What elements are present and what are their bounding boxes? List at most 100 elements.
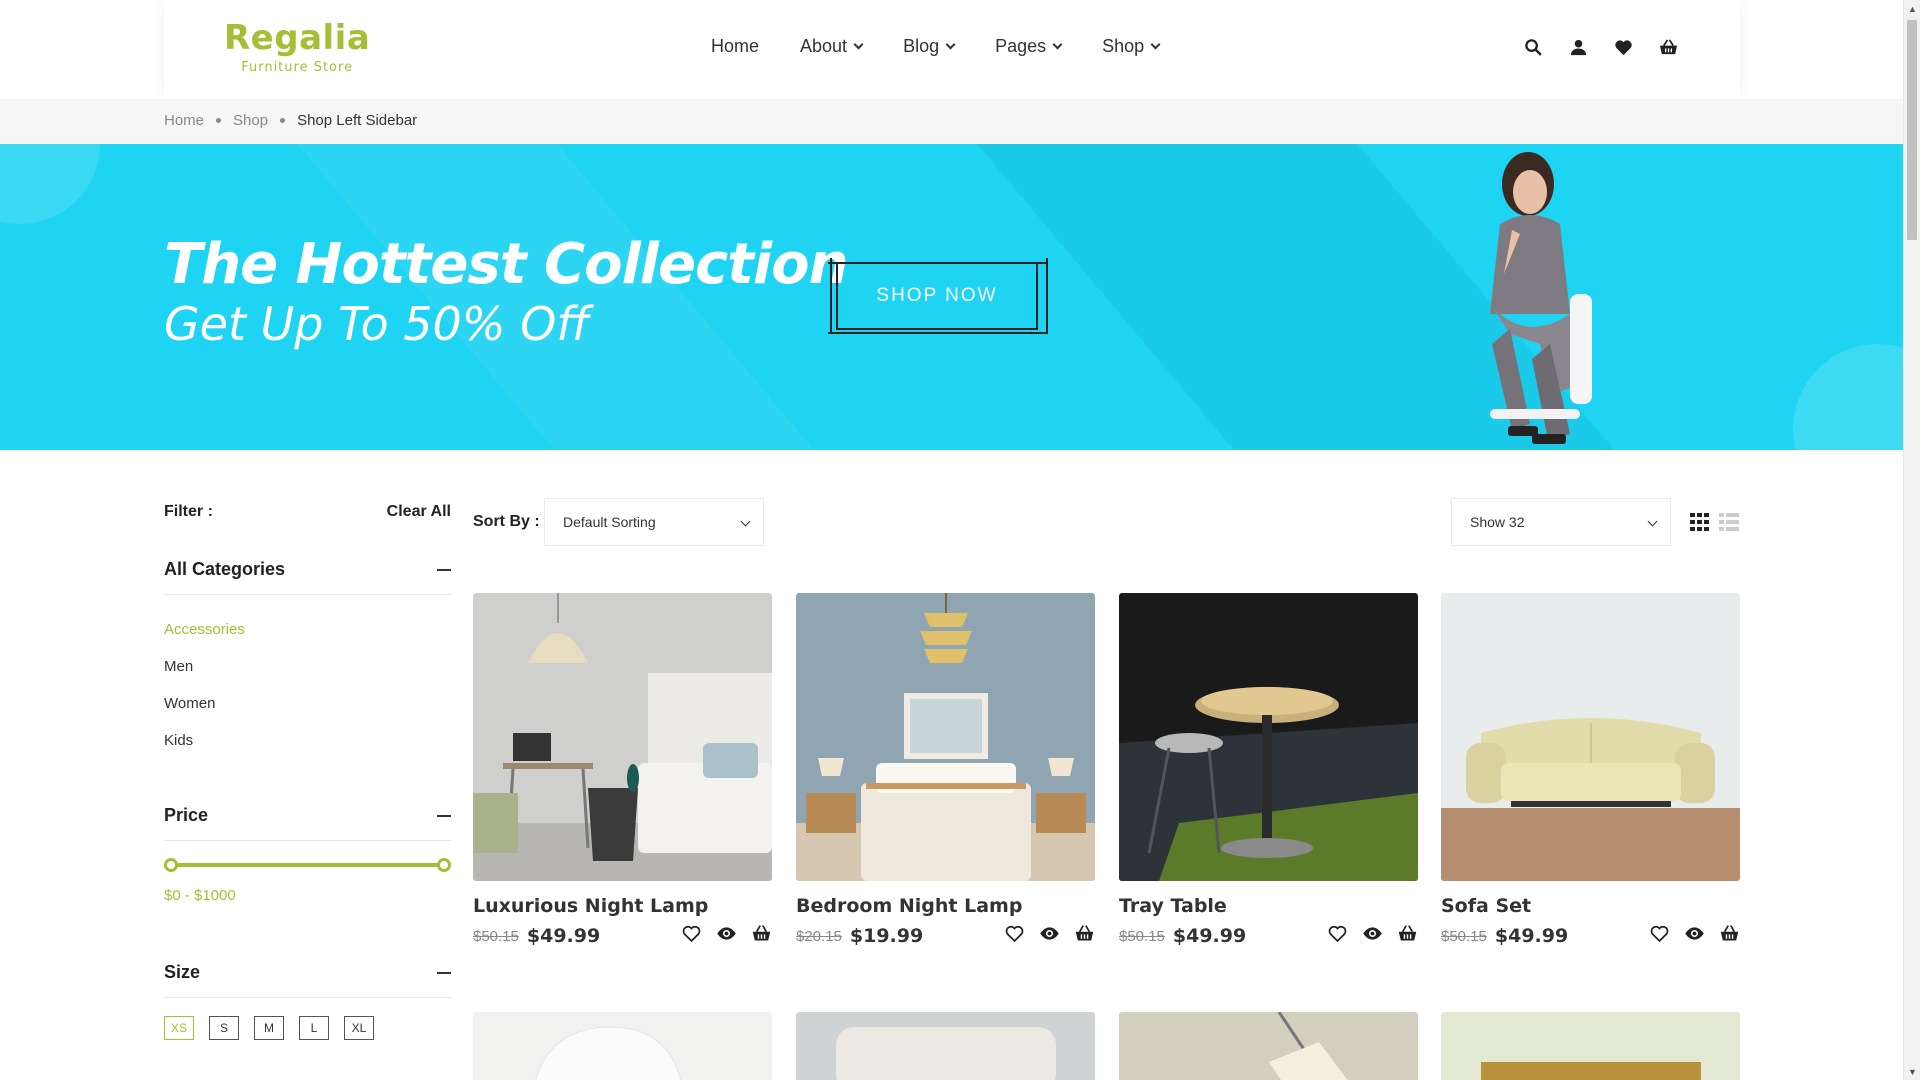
size-s[interactable]: S (209, 1016, 239, 1040)
grid-view-icon[interactable] (1690, 513, 1710, 536)
add-to-cart-basket-icon[interactable] (1719, 923, 1740, 949)
size-xs[interactable]: XS (164, 1016, 194, 1040)
clear-all-button[interactable]: Clear All (387, 503, 451, 521)
wishlist-heart-icon[interactable] (1004, 923, 1025, 949)
size-l[interactable]: L (299, 1016, 329, 1040)
scroll-up-arrow-icon[interactable]: ▲ (1904, 0, 1920, 17)
product-image[interactable] (473, 1012, 772, 1080)
banner-decoration (0, 144, 100, 224)
product-old-price: $20.15 (796, 927, 842, 945)
filter-label: Filter : (164, 503, 213, 520)
price-header[interactable]: Price (164, 805, 451, 841)
price-slider-min-handle[interactable] (164, 858, 178, 872)
shop-now-button[interactable]: SHOP NOW (828, 258, 1048, 334)
add-to-cart-basket-icon[interactable] (751, 923, 772, 949)
category-item-kids[interactable]: Kids (164, 722, 451, 759)
collapse-icon[interactable] (437, 971, 451, 974)
product-image[interactable] (1119, 593, 1418, 881)
breadcrumb-home[interactable]: Home (164, 112, 204, 129)
product-image[interactable] (1441, 593, 1740, 881)
nav-home-label: Home (711, 36, 760, 56)
breadcrumb-separator (280, 118, 286, 123)
product-image[interactable] (796, 593, 1095, 881)
price-slider-track (170, 863, 445, 867)
quick-view-eye-icon[interactable] (716, 923, 737, 949)
nav-about-label: About (800, 36, 848, 56)
filter-sidebar: Filter : Clear All All Categories Access… (164, 500, 451, 1040)
header-bar: Regalia Furniture Store Home About Blog … (164, 0, 1740, 99)
product-price: $19.99 (849, 925, 924, 947)
wishlist-heart-icon[interactable] (1327, 923, 1348, 949)
heart-icon[interactable] (1614, 38, 1633, 62)
chevron-down-icon (1052, 39, 1063, 50)
search-icon[interactable] (1524, 38, 1543, 62)
size-m[interactable]: M (254, 1016, 284, 1040)
header-actions (1524, 38, 1678, 62)
breadcrumb-separator (216, 118, 222, 123)
product-card (473, 1012, 772, 1080)
nav-blog[interactable]: Blog (903, 36, 956, 57)
product-price: $49.99 (1494, 925, 1569, 947)
add-to-cart-basket-icon[interactable] (1074, 923, 1095, 949)
product-toolbar: Sort By : Default Sorting Show 32 (473, 498, 1740, 546)
nav-shop[interactable]: Shop (1102, 36, 1161, 57)
price-slider-max-handle[interactable] (437, 858, 451, 872)
wishlist-heart-icon[interactable] (1649, 923, 1670, 949)
product-card: Luxurious Night Lamp $50.15 $49.99 (473, 593, 772, 949)
size-options: XS S M L XL (164, 1016, 451, 1040)
price-slider[interactable] (164, 857, 451, 873)
chevron-down-icon (945, 39, 956, 50)
sort-select[interactable]: Default Sorting (544, 498, 764, 546)
add-to-cart-basket-icon[interactable] (1397, 923, 1418, 949)
nav-blog-label: Blog (903, 36, 940, 56)
wishlist-heart-icon[interactable] (681, 923, 702, 949)
product-title[interactable]: Tray Table (1119, 895, 1418, 917)
product-title[interactable]: Sofa Set (1441, 895, 1740, 917)
product-title[interactable]: Luxurious Night Lamp (473, 895, 772, 917)
size-header[interactable]: Size (164, 962, 451, 998)
scrollbar-thumb[interactable] (1907, 20, 1917, 240)
product-image[interactable] (796, 1012, 1095, 1080)
collapse-icon[interactable] (437, 568, 451, 571)
breadcrumb-shop[interactable]: Shop (233, 112, 268, 129)
nav-pages-label: Pages (995, 36, 1047, 56)
banner-model-image (1490, 152, 1592, 444)
product-image[interactable] (1119, 1012, 1418, 1080)
product-price: $49.99 (526, 925, 601, 947)
quick-view-eye-icon[interactable] (1362, 923, 1383, 949)
product-old-price: $50.15 (1441, 927, 1487, 945)
vertical-scrollbar[interactable]: ▲ ▼ (1903, 0, 1920, 1080)
breadcrumb: Home Shop Shop Left Sidebar (0, 99, 1903, 144)
categories-header[interactable]: All Categories (164, 559, 451, 595)
main-nav: Home About Blog Pages Shop (711, 36, 1200, 57)
chevron-down-icon (1150, 39, 1161, 50)
categories-title: All Categories (164, 559, 286, 579)
nav-about[interactable]: About (800, 36, 864, 57)
product-card (796, 1012, 1095, 1080)
category-item-women[interactable]: Women (164, 685, 451, 722)
collapse-icon[interactable] (437, 814, 451, 817)
nav-home[interactable]: Home (711, 36, 759, 57)
quick-view-eye-icon[interactable] (1684, 923, 1705, 949)
basket-icon[interactable] (1659, 38, 1678, 62)
logo[interactable]: Regalia Furniture Store (224, 18, 370, 75)
banner-title: The Hottest Collection (164, 232, 848, 297)
category-item-men[interactable]: Men (164, 648, 451, 685)
show-count-select[interactable]: Show 32 (1451, 498, 1671, 546)
product-image[interactable] (473, 593, 772, 881)
size-title: Size (164, 962, 201, 982)
nav-pages[interactable]: Pages (995, 36, 1063, 57)
chevron-down-icon (740, 516, 751, 527)
product-card (1441, 1012, 1740, 1080)
promo-banner: The Hottest Collection Get Up To 50% Off… (0, 144, 1903, 450)
product-image[interactable] (1441, 1012, 1740, 1080)
scroll-down-arrow-icon[interactable]: ▼ (1904, 1063, 1920, 1080)
quick-view-eye-icon[interactable] (1039, 923, 1060, 949)
sort-label: Sort By : (473, 513, 540, 530)
category-item-accessories[interactable]: Accessories (164, 611, 451, 648)
size-xl[interactable]: XL (344, 1016, 374, 1040)
list-view-icon[interactable] (1719, 513, 1739, 536)
product-title[interactable]: Bedroom Night Lamp (796, 895, 1095, 917)
user-icon[interactable] (1569, 38, 1588, 62)
product-old-price: $50.15 (1119, 927, 1165, 945)
